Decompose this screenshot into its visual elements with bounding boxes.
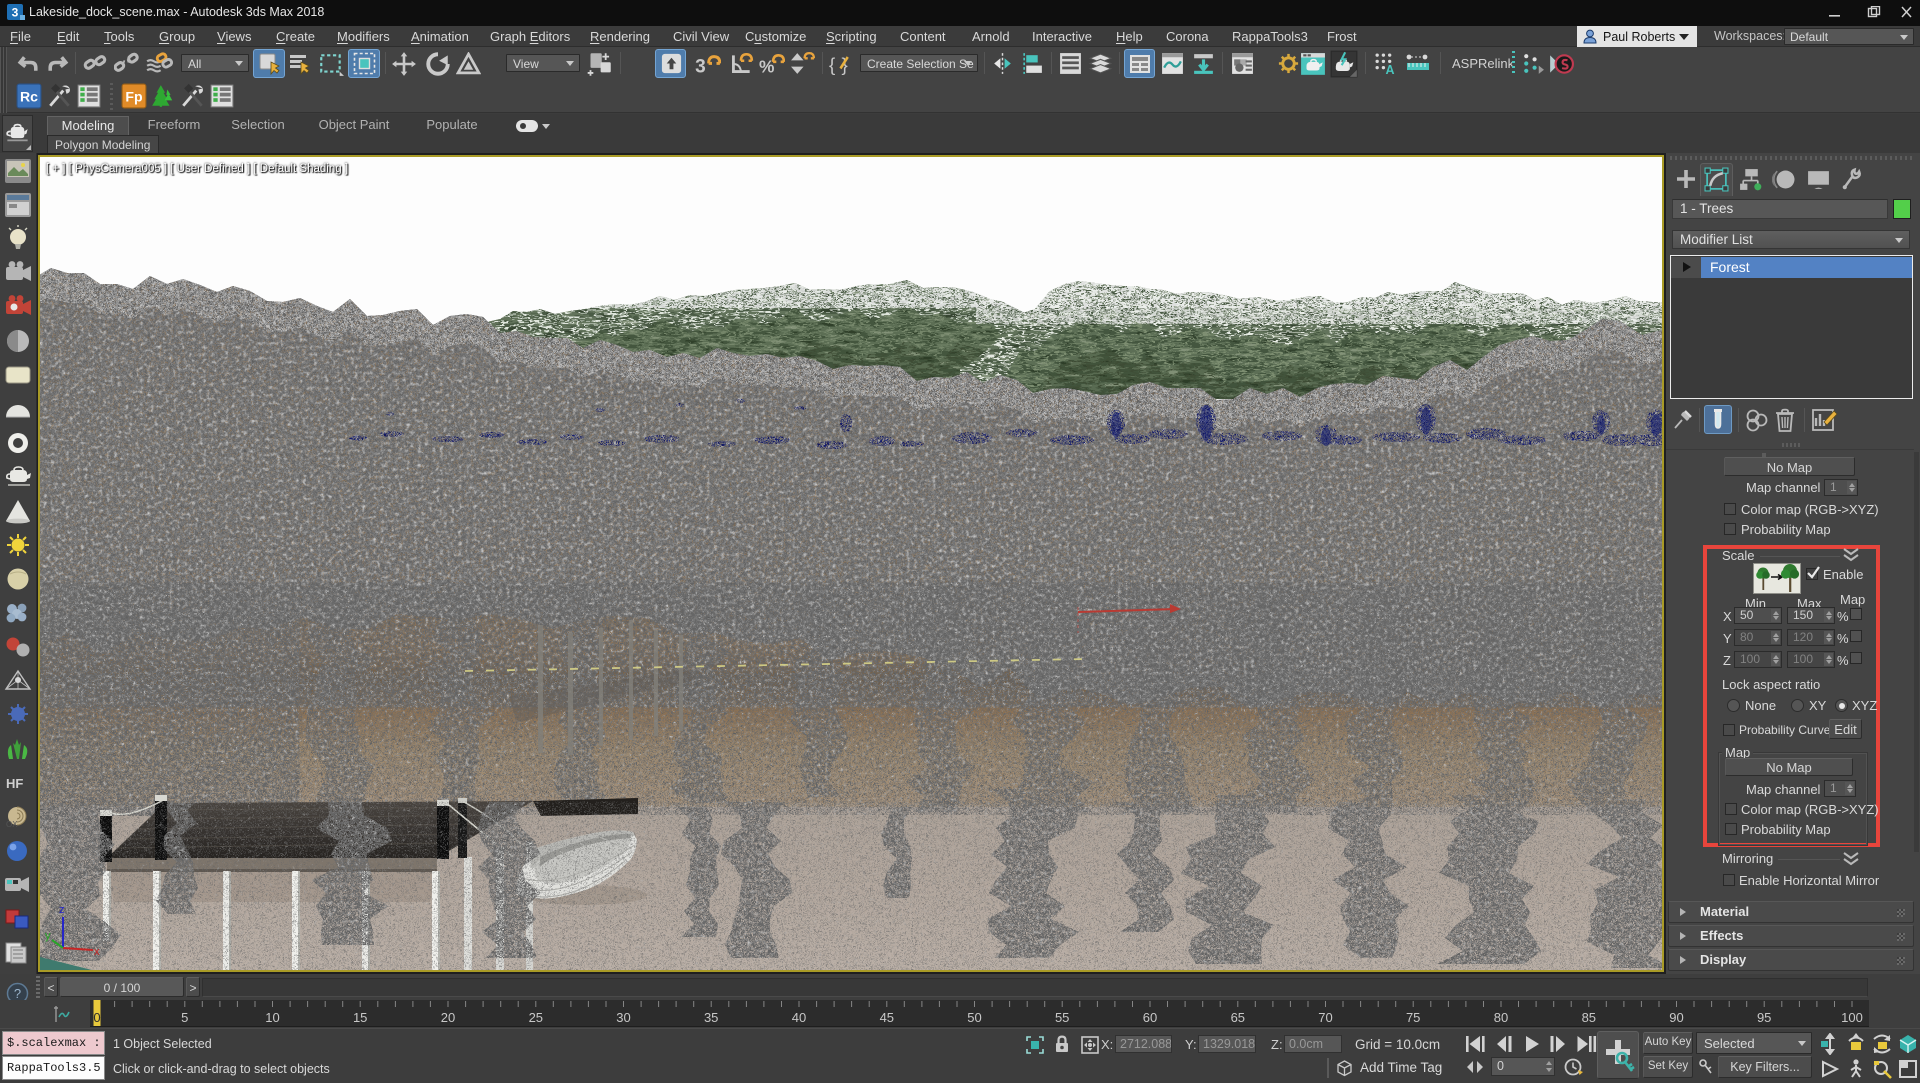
svg-text:Fp: Fp [125,88,143,104]
svg-text:0: 0 [93,1010,100,1025]
svg-text:80: 80 [1494,1010,1508,1025]
svg-text:y: y [45,930,51,942]
svg-text:3: 3 [12,6,19,20]
svg-text:Rc: Rc [20,88,38,104]
svg-text:40: 40 [792,1010,806,1025]
svg-text:50: 50 [967,1010,981,1025]
svg-text:90: 90 [1669,1010,1683,1025]
svg-text:20: 20 [441,1010,455,1025]
svg-text:95: 95 [1757,1010,1771,1025]
svg-text:OX: OX [6,820,18,829]
svg-text:60: 60 [1143,1010,1157,1025]
svg-text:15: 15 [353,1010,367,1025]
svg-text:{: { [829,54,835,75]
svg-text:55: 55 [1055,1010,1069,1025]
svg-text:30: 30 [616,1010,630,1025]
svg-text:25: 25 [529,1010,543,1025]
svg-text:35: 35 [704,1010,718,1025]
svg-text:65: 65 [1231,1010,1245,1025]
svg-text:100: 100 [1841,1010,1863,1025]
svg-text:85: 85 [1582,1010,1596,1025]
svg-text:70: 70 [1318,1010,1332,1025]
svg-text:A: A [1386,63,1395,76]
svg-text:z: z [59,904,65,916]
svg-text:?: ? [14,986,21,1001]
svg-text:5: 5 [181,1010,188,1025]
svg-text:45: 45 [880,1010,894,1025]
svg-text:HF: HF [6,776,23,791]
svg-text:75: 75 [1406,1010,1420,1025]
svg-text:3: 3 [695,56,706,77]
svg-text:10: 10 [265,1010,279,1025]
svg-text:x: x [94,946,100,958]
